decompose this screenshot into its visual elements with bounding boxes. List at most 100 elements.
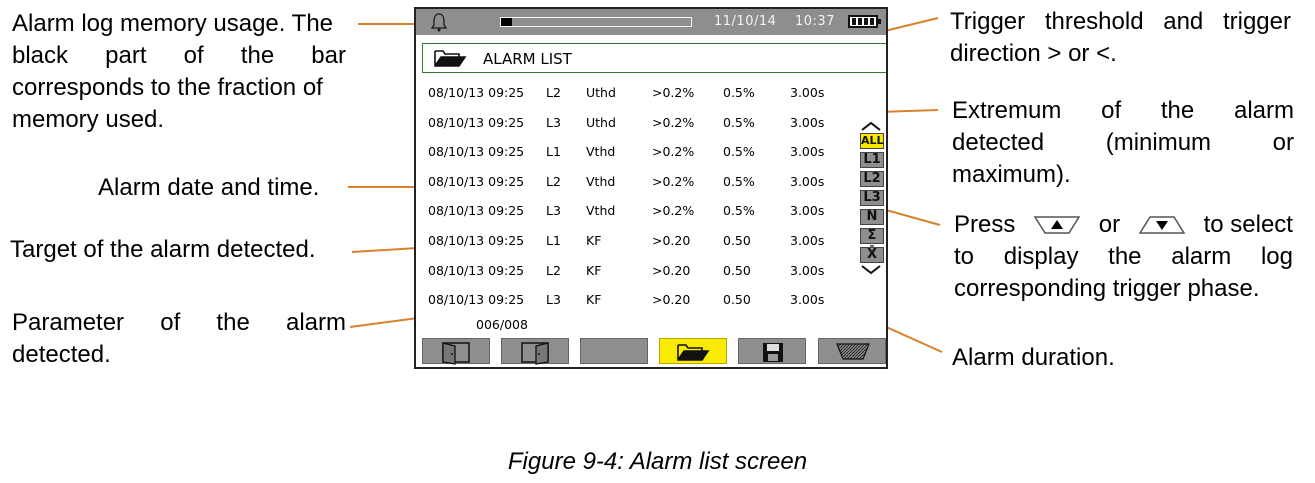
open-folder-icon [434, 50, 467, 67]
annotation-date-time: Alarm date and time. [98, 174, 320, 201]
phase-l1-button[interactable]: L1 [860, 152, 884, 168]
annotation-memory-usage-line-4: memory used. [12, 106, 165, 133]
annotation-press-line-2: to display the alarm log [954, 243, 1293, 270]
phase-sigma-button[interactable]: Σ [860, 228, 884, 244]
annotation-trigger-line-1: Trigger threshold and trigger [950, 8, 1291, 35]
alarm-extremum: 0.5% [723, 173, 755, 189]
annotation-extremum: Extremum of the alarm detected (minimum … [952, 95, 1294, 191]
annotation-extremum-line-1: Extremum of the alarm [952, 97, 1294, 124]
alarm-duration: 3.00s [790, 233, 825, 248]
alarm-extremum: 0.50 [723, 262, 751, 278]
open-folder-button[interactable] [659, 338, 727, 364]
status-date: 11/10/14 [714, 14, 777, 29]
alarm-datetime: 08/10/13 09:25 [428, 233, 525, 248]
alarm-datetime: 08/10/13 09:25 [428, 85, 525, 100]
alarm-duration: 3.00s [790, 144, 825, 160]
alarm-threshold: >0.2% [652, 114, 695, 130]
annotation-parameter: Parameter of the alarm detected. [12, 307, 346, 371]
alarm-list-header: ALARM LIST [422, 43, 886, 73]
phase-xbar-button[interactable]: X̄ [860, 247, 884, 263]
annotation-trigger: Trigger threshold and trigger direction … [950, 6, 1291, 70]
alarm-threshold: >0.20 [652, 262, 691, 278]
memory-usage-bar [500, 17, 692, 27]
annotation-extremum-line-2: detected (minimum or [952, 129, 1294, 156]
alarm-parameter: KF [586, 292, 602, 308]
alarm-duration: 3.00s [790, 173, 825, 189]
open-folder-icon [677, 344, 710, 361]
down-arrow-key-icon [1138, 216, 1186, 234]
status-bar: 11/10/14 10:37 [416, 9, 886, 35]
trash-bin-icon [836, 343, 870, 360]
status-time: 10:37 [795, 14, 835, 29]
battery-full-icon [848, 15, 881, 28]
memory-usage-bar-fill [501, 18, 513, 26]
save-button[interactable] [738, 338, 806, 364]
phase-l2-button[interactable]: L2 [860, 171, 884, 187]
blank-softkey[interactable] [580, 338, 648, 364]
alarm-target: L3 [546, 292, 561, 308]
alarm-target: L3 [546, 203, 561, 219]
alarm-extremum: 0.5% [723, 144, 755, 160]
annotation-parameter-line-1: Parameter of the alarm [12, 309, 346, 336]
alarm-duration: 3.00s [790, 114, 825, 130]
alarm-extremum: 0.5% [723, 85, 755, 100]
phase-n-button[interactable]: N [860, 209, 884, 225]
annotation-parameter-line-2: detected. [12, 341, 111, 368]
alarm-parameter: Uthd [586, 85, 616, 100]
annotation-memory-usage-line-2: black part of the bar [12, 42, 346, 69]
exit-button[interactable] [422, 338, 490, 365]
annotation-extremum-line-3: maximum). [952, 161, 1071, 188]
alarm-datetime: 08/10/13 09:25 [428, 292, 525, 308]
alarm-row[interactable]: 08/10/13 09:25 L3 Uthd >0.2% 0.5% 3.00s [416, 115, 856, 135]
figure-caption: Figure 9-4: Alarm list screen [507, 448, 808, 475]
phase-all-button[interactable]: ALL [860, 133, 884, 149]
alarm-row[interactable]: 08/10/13 09:25 L1 Vthd >0.2% 0.5% 3.00s [416, 144, 856, 164]
alarm-duration: 3.00s [790, 203, 825, 219]
phase-l3-button[interactable]: L3 [860, 190, 884, 206]
alarm-datetime: 08/10/13 09:25 [428, 262, 525, 278]
annotation-press-line-3: corresponding trigger phase. [954, 275, 1260, 302]
page-counter: 006/008 [476, 317, 528, 332]
bell-icon [430, 13, 448, 32]
alarm-duration: 3.00s [790, 85, 825, 100]
annotation-memory-usage-line-3: corresponds to the fraction of [12, 74, 323, 101]
alarm-target: L1 [546, 144, 561, 160]
alarm-threshold: >0.20 [652, 233, 691, 248]
alarm-threshold: >0.2% [652, 144, 695, 160]
delete-button[interactable] [818, 338, 886, 364]
alarm-threshold: >0.2% [652, 85, 695, 100]
annotation-press: Press or to select to display the alarm … [954, 209, 1293, 305]
alarm-row[interactable]: 08/10/13 09:25 L2 Vthd >0.2% 0.5% 3.00s [416, 174, 856, 194]
page-title: ALARM LIST [483, 50, 572, 68]
alarm-parameter: KF [586, 233, 602, 248]
device-screen: 11/10/14 10:37 ALARM LIST 08/10/13 09:25… [414, 7, 888, 369]
chevron-down-icon[interactable] [860, 265, 882, 275]
annotation-press-word: Press [954, 211, 1016, 238]
annotation-target: Target of the alarm detected. [10, 236, 316, 263]
alarm-row[interactable]: 08/10/13 09:25 L1 KF >0.20 0.50 3.00s [416, 233, 856, 253]
alarm-row[interactable]: 08/10/13 09:25 L2 KF >0.20 0.50 3.00s [416, 263, 856, 283]
alarm-duration: 3.00s [790, 262, 825, 278]
alarm-parameter: Uthd [586, 114, 616, 130]
annotation-memory-usage-line-1: Alarm log memory usage. The [12, 10, 334, 37]
alarm-target: L3 [546, 114, 561, 130]
alarm-datetime: 08/10/13 09:25 [428, 173, 525, 189]
enter-button[interactable] [501, 338, 569, 365]
softkey-bar [422, 338, 886, 365]
alarm-extremum: 0.5% [723, 114, 755, 130]
alarm-extremum: 0.50 [723, 292, 751, 308]
alarm-datetime: 08/10/13 09:25 [428, 114, 525, 130]
up-arrow-key-icon [1033, 216, 1081, 234]
alarm-parameter: Vthd [586, 173, 616, 189]
annotation-trigger-line-2: direction > or <. [950, 40, 1117, 67]
chevron-up-icon[interactable] [860, 121, 882, 131]
alarm-target: L2 [546, 262, 561, 278]
annotation-to-select-word: to select [1203, 211, 1293, 238]
alarm-row[interactable]: 08/10/13 09:25 L3 KF >0.20 0.50 3.00s [416, 292, 856, 312]
alarm-datetime: 08/10/13 09:25 [428, 203, 525, 219]
annotation-press-line-1: Press or to select [954, 209, 1293, 241]
alarm-row[interactable]: 08/10/13 09:25 L2 Uthd >0.2% 0.5% 3.00s [416, 85, 856, 105]
annotation-or-word: or [1098, 211, 1121, 238]
alarm-row[interactable]: 08/10/13 09:25 L3 Vthd >0.2% 0.5% 3.00s [416, 203, 856, 223]
enter-door-icon [521, 342, 549, 365]
